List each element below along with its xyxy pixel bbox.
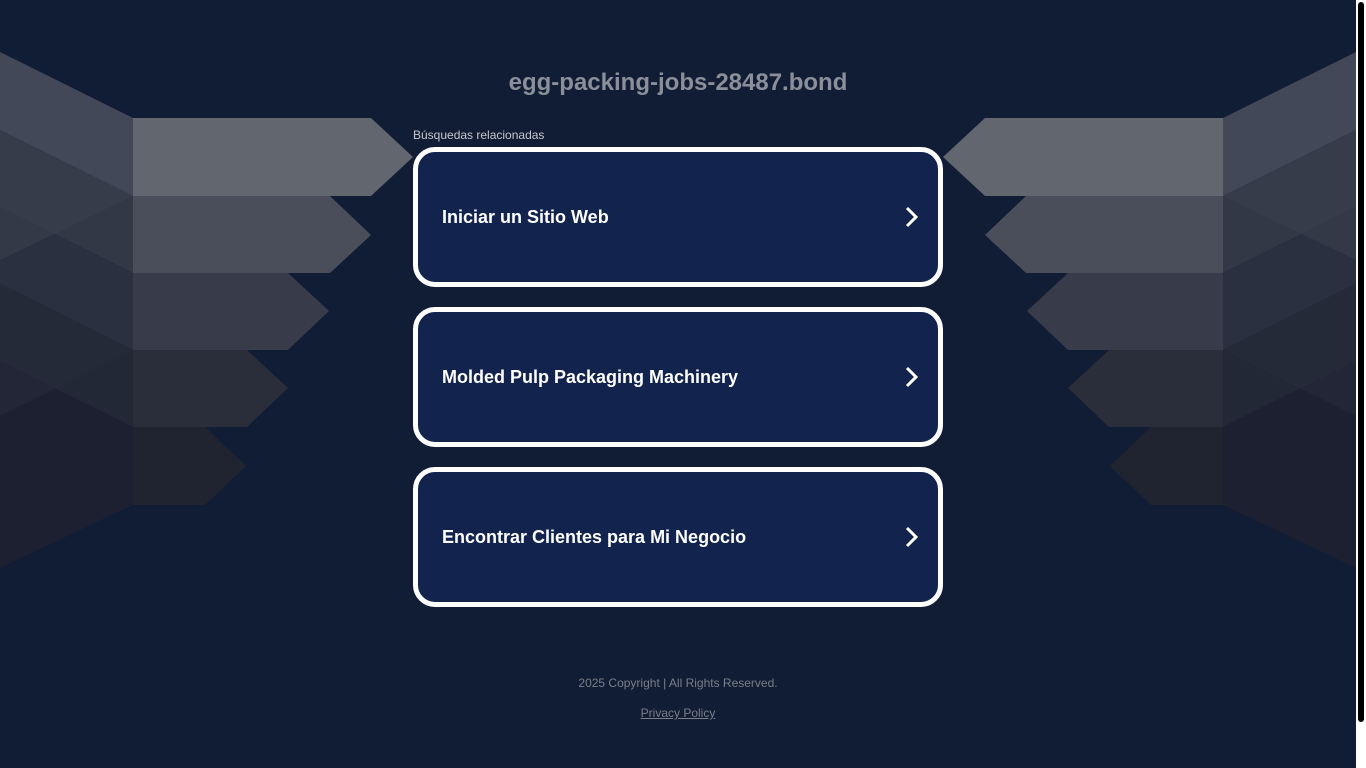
footer-copyright: 2025 Copyright | All Rights Reserved. — [578, 676, 778, 690]
related-search-label: Encontrar Clientes para Mi Negocio — [442, 527, 747, 547]
related-search-link-3[interactable]: Encontrar Clientes para Mi Negocio — [413, 467, 943, 607]
related-searches-label: Búsquedas relacionadas — [413, 128, 545, 142]
vertical-scrollbar[interactable] — [1356, 0, 1366, 768]
chevron-right-icon — [905, 366, 919, 388]
related-search-label: Iniciar un Sitio Web — [442, 207, 609, 227]
scrollbar-thumb[interactable] — [1358, 2, 1364, 722]
privacy-policy-link[interactable]: Privacy Policy — [641, 706, 716, 720]
footer-privacy: Privacy Policy — [0, 706, 1356, 721]
chevron-right-icon — [905, 206, 919, 228]
domain-title: egg-packing-jobs-28487.bond — [508, 69, 848, 96]
parked-domain-page: egg-packing-jobs-28487.bond Búsquedas re… — [0, 0, 1356, 768]
related-search-link-1[interactable]: Iniciar un Sitio Web — [413, 147, 943, 287]
related-search-link-2[interactable]: Molded Pulp Packaging Machinery — [413, 307, 943, 447]
chevron-right-icon — [905, 526, 919, 548]
related-search-label: Molded Pulp Packaging Machinery — [442, 367, 739, 387]
